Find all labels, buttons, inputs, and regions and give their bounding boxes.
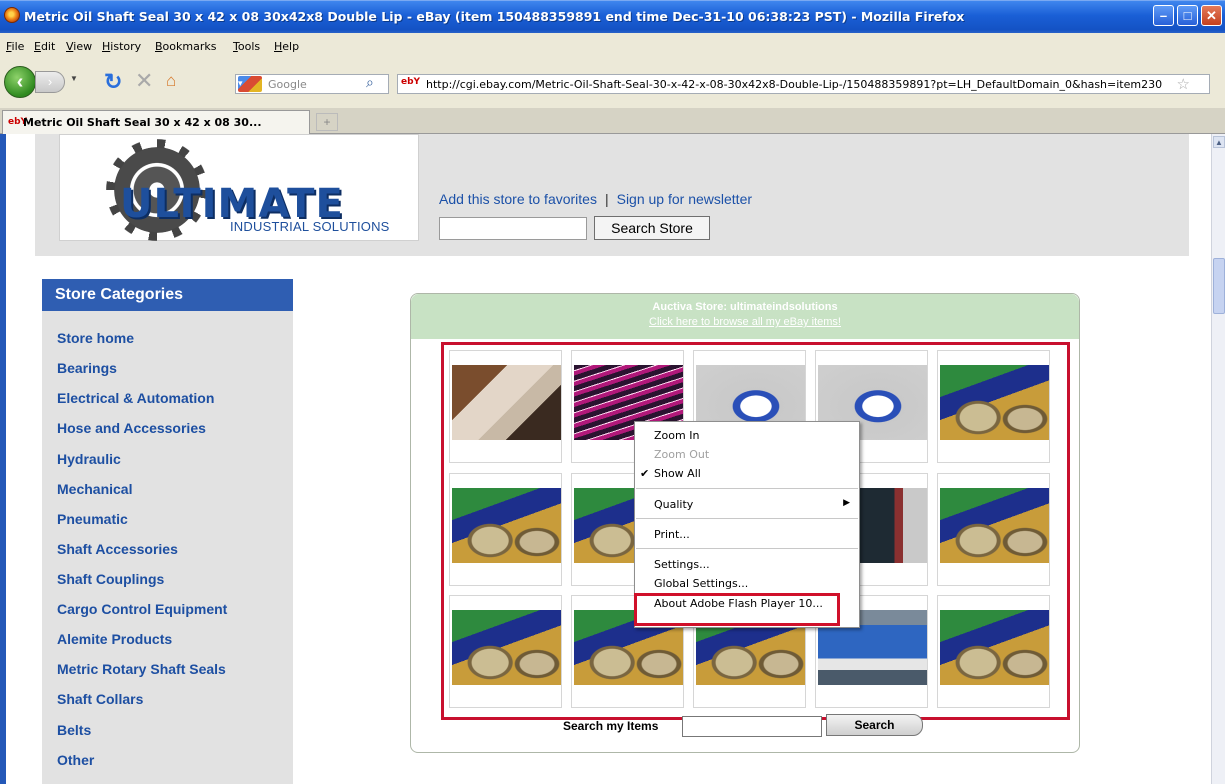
about-flash-highlight-box — [634, 593, 840, 626]
ctx-settings[interactable]: Settings... — [654, 558, 710, 571]
ctx-zoom-in[interactable]: Zoom In — [654, 429, 699, 442]
window-title: Metric Oil Shaft Seal 30 x 42 x 08 30x42… — [24, 9, 965, 24]
scroll-thumb[interactable] — [1213, 258, 1225, 314]
gallery-item[interactable] — [449, 473, 562, 586]
bookmark-star-icon[interactable]: ☆ — [1177, 75, 1190, 93]
category-shaft-couplings[interactable]: Shaft Couplings — [57, 571, 164, 587]
stop-icon[interactable]: ✕ — [135, 68, 153, 94]
ctx-zoom-out: Zoom Out — [654, 448, 710, 461]
product-thumbnail[interactable] — [940, 365, 1049, 440]
category-electrical-automation[interactable]: Electrical & Automation — [57, 390, 214, 406]
menu-file[interactable]: File — [6, 40, 24, 53]
newsletter-link[interactable]: Sign up for newsletter — [617, 191, 752, 207]
menu-separator — [636, 548, 858, 549]
category-other[interactable]: Other — [57, 752, 94, 768]
back-button[interactable]: ‹ — [4, 66, 36, 98]
search-icon[interactable]: ⌕ — [366, 74, 374, 91]
minimize-button[interactable]: – — [1153, 5, 1174, 26]
category-mechanical[interactable]: Mechanical — [57, 481, 132, 497]
firefox-icon — [4, 7, 20, 23]
product-thumbnail[interactable] — [452, 365, 561, 440]
menu-separator — [636, 518, 858, 519]
category-store-home[interactable]: Store home — [57, 330, 134, 346]
category-cargo-control[interactable]: Cargo Control Equipment — [57, 601, 227, 617]
header-links: Add this store to favorites | Sign up for … — [439, 191, 752, 207]
gallery-item[interactable] — [449, 595, 562, 708]
url-bar[interactable]: ebY http://cgi.ebay.com/Metric-Oil-Shaft… — [397, 74, 1210, 94]
menu-edit[interactable]: Edit — [34, 40, 55, 53]
product-thumbnail[interactable] — [452, 488, 561, 563]
categories-title: Store Categories — [42, 279, 293, 311]
close-button[interactable]: ✕ — [1201, 5, 1222, 26]
menu-separator — [636, 488, 858, 489]
menu-bookmarks[interactable]: Bookmarks — [155, 40, 216, 53]
menu-history[interactable]: History — [102, 40, 141, 53]
category-belts[interactable]: Belts — [57, 722, 91, 738]
history-dropdown-icon[interactable]: ▼ — [70, 74, 78, 83]
search-engine-icon[interactable]: ▾ — [238, 76, 262, 92]
product-thumbnail[interactable] — [452, 610, 561, 685]
scroll-up-icon[interactable]: ▲ — [1213, 136, 1225, 148]
site-favicon-icon: ebY — [401, 77, 421, 87]
category-pneumatic[interactable]: Pneumatic — [57, 511, 128, 527]
auctiva-title: Auctiva Store: ultimateindsolutions — [652, 301, 838, 313]
search-my-items-input[interactable] — [682, 716, 822, 737]
page-viewport: ▲ ULTIMATE INDUSTRIAL SOLUTIONS Add this… — [0, 134, 1225, 784]
category-shaft-accessories[interactable]: Shaft Accessories — [57, 541, 178, 557]
add-favorites-link[interactable]: Add this store to favorites — [439, 191, 597, 207]
store-logo[interactable]: ULTIMATE INDUSTRIAL SOLUTIONS — [59, 134, 419, 241]
tab-bar: ebY Metric Oil Shaft Seal 30 x 42 x 08 3… — [0, 108, 1225, 134]
category-hose-accessories[interactable]: Hose and Accessories — [57, 420, 206, 436]
gallery-item[interactable] — [937, 473, 1050, 586]
product-thumbnail[interactable] — [940, 610, 1049, 685]
vertical-scrollbar[interactable]: ▲ — [1211, 134, 1225, 784]
left-border — [0, 134, 6, 784]
auctiva-header: Auctiva Store: ultimateindsolutions Clic… — [411, 294, 1079, 339]
product-thumbnail[interactable] — [940, 488, 1049, 563]
submenu-arrow-icon: ▶ — [843, 498, 850, 508]
category-hydraulic[interactable]: Hydraulic — [57, 451, 121, 467]
forward-button[interactable]: › — [35, 71, 65, 93]
reload-icon[interactable]: ↻ — [104, 69, 122, 95]
window-titlebar: Metric Oil Shaft Seal 30 x 42 x 08 30x42… — [0, 0, 1225, 33]
home-icon[interactable]: ⌂ — [166, 71, 176, 91]
gallery-item[interactable] — [937, 350, 1050, 463]
ctx-show-all[interactable]: Show All — [654, 467, 701, 480]
store-search-input[interactable] — [439, 217, 587, 240]
search-my-items-button[interactable]: Search — [826, 714, 923, 736]
gallery-item[interactable] — [937, 595, 1050, 708]
url-text: http://cgi.ebay.com/Metric-Oil-Shaft-Sea… — [426, 78, 1163, 91]
store-header: ULTIMATE INDUSTRIAL SOLUTIONS Add this s… — [35, 134, 1189, 256]
store-categories: Store Categories Store home Bearings Ele… — [42, 279, 293, 784]
category-shaft-collars[interactable]: Shaft Collars — [57, 691, 143, 707]
category-alemite-products[interactable]: Alemite Products — [57, 631, 172, 647]
ctx-global-settings[interactable]: Global Settings... — [654, 577, 748, 590]
gallery-item[interactable] — [449, 350, 562, 463]
search-store-button[interactable]: Search Store — [594, 216, 710, 240]
menu-tools[interactable]: Tools — [233, 40, 260, 53]
menu-help[interactable]: Help — [274, 40, 299, 53]
menu-bar: File Edit View History Bookmarks Tools H… — [0, 33, 1225, 57]
ctx-quality[interactable]: Quality — [654, 498, 693, 511]
browse-all-items-link[interactable]: Click here to browse all my eBay items! — [411, 316, 1079, 328]
navigation-toolbar: ‹ › ▼ ↻ ✕ ⌂ ▾ Google ⌕ ebY http://cgi.eb… — [0, 57, 1225, 108]
category-bearings[interactable]: Bearings — [57, 360, 117, 376]
link-separator: | — [604, 191, 609, 207]
checkmark-icon: ✔ — [640, 467, 650, 480]
menu-view[interactable]: View — [66, 40, 92, 53]
tab-active[interactable]: ebY Metric Oil Shaft Seal 30 x 42 x 08 3… — [2, 110, 310, 134]
tab-label: Metric Oil Shaft Seal 30 x 42 x 08 30... — [23, 116, 262, 129]
logo-subtitle: INDUSTRIAL SOLUTIONS — [230, 219, 390, 234]
search-placeholder: Google — [268, 78, 307, 91]
ctx-print[interactable]: Print... — [654, 528, 690, 541]
search-my-items-label: Search my Items — [563, 719, 659, 733]
category-metric-rotary-shaft-seals[interactable]: Metric Rotary Shaft Seals — [57, 661, 226, 677]
maximize-button[interactable]: □ — [1177, 5, 1198, 26]
new-tab-button[interactable]: + — [316, 113, 338, 131]
